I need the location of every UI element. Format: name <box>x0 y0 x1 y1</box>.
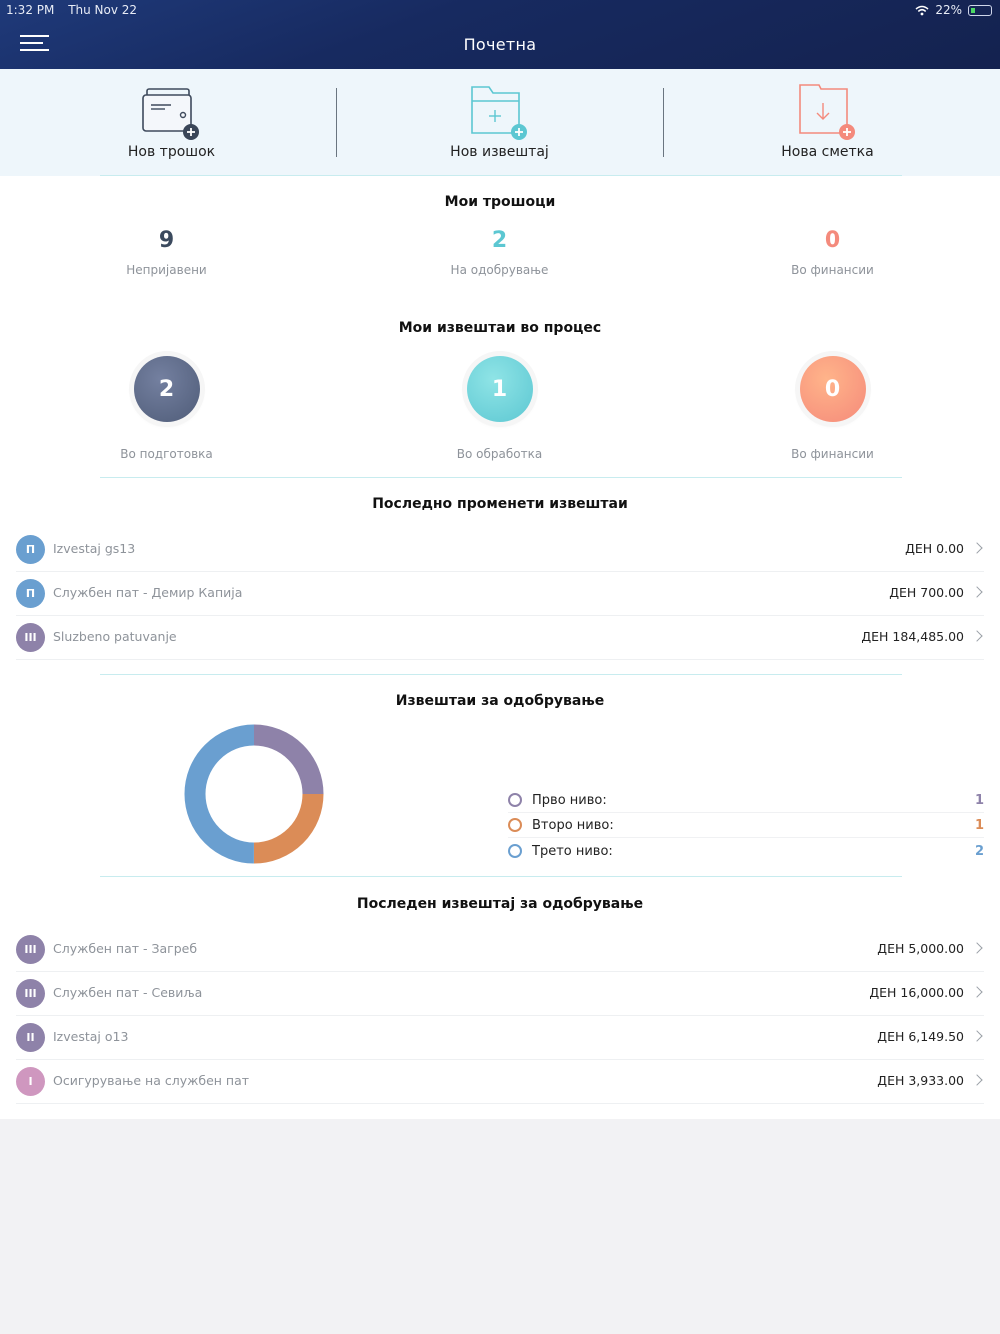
report-amount: ДЕН 3,933.00 <box>877 1073 964 1088</box>
stat-value: 9 <box>158 228 175 253</box>
stat-in-finance[interactable]: 0 Во финансии <box>666 228 999 277</box>
divider <box>100 175 902 176</box>
new-expense-label: Нов трошок <box>127 144 216 160</box>
app-header: 1:32 PM Thu Nov 22 22% Почетна <box>0 0 1000 69</box>
stat-unreported[interactable]: 9 Непријавени <box>0 228 333 277</box>
chevron-right-icon <box>971 586 983 598</box>
count-circle: 1 <box>466 356 533 422</box>
list-item[interactable]: III Службен пат - Загреб ДЕН 5,000.00 <box>16 928 984 972</box>
level-badge: П <box>16 579 45 608</box>
report-name: Осигурување на службен пат <box>53 1073 250 1088</box>
status-date: Thu Nov 22 <box>68 3 138 17</box>
legend-label: Второ ниво: <box>532 818 614 833</box>
new-report-label: Нов извештај <box>450 144 549 160</box>
quick-actions: Нов трошок Нов извештај Нова сметка <box>0 69 1000 176</box>
chevron-right-icon <box>971 542 983 554</box>
report-name: Sluzbeno patuvanje <box>53 629 177 644</box>
list-item[interactable]: III Sluzbeno patuvanje ДЕН 184,485.00 <box>16 616 984 660</box>
legend-circle-icon <box>508 844 522 858</box>
status-time: 1:32 PM <box>6 3 55 17</box>
level-badge: П <box>16 535 45 564</box>
recent-reports-title: Последно променети извештаи <box>372 496 628 512</box>
chevron-right-icon <box>971 1030 983 1042</box>
approval-donut-chart <box>184 724 324 864</box>
page-title: Почетна <box>463 35 537 54</box>
report-amount: ДЕН 0.00 <box>905 541 964 556</box>
report-amount: ДЕН 184,485.00 <box>861 629 964 644</box>
dashboard-panel: Мои трошоци 9 Непријавени 2 На одобрувањ… <box>0 175 1000 1119</box>
folder-add-icon <box>470 86 527 140</box>
level-badge: I <box>16 1067 45 1096</box>
divider <box>100 477 902 478</box>
report-amount: ДЕН 6,149.50 <box>877 1029 964 1044</box>
report-name: Izvestaj gs13 <box>53 541 136 556</box>
legend-value: 1 <box>974 818 984 833</box>
reports-in-process-title: Мои извештаи во процес <box>398 320 602 336</box>
list-item[interactable]: III Службен пат - Севиља ДЕН 16,000.00 <box>16 972 984 1016</box>
new-expense-button[interactable]: Нов трошок <box>5 69 338 176</box>
circle-label: Во обработка <box>456 447 543 461</box>
report-name: Службен пат - Загреб <box>53 941 198 956</box>
list-item[interactable]: П Службен пат - Демир Капија ДЕН 700.00 <box>16 572 984 616</box>
level-badge: III <box>16 979 45 1008</box>
legend-circle-icon <box>508 818 522 832</box>
divider <box>100 674 902 675</box>
status-bar: 1:32 PM Thu Nov 22 22% <box>0 0 1000 20</box>
legend-circle-icon <box>508 793 522 807</box>
battery-icon <box>968 4 992 16</box>
report-amount: ДЕН 700.00 <box>889 585 964 600</box>
divider <box>100 876 902 877</box>
report-amount: ДЕН 16,000.00 <box>869 985 964 1000</box>
my-expenses-title: Мои трошоци <box>444 194 556 210</box>
latest-approval-title: Последен извештај за одобрување <box>356 896 644 912</box>
legend-label: Трето ниво: <box>532 844 613 859</box>
level-badge: II <box>16 1023 45 1052</box>
legend-value: 1 <box>974 793 984 808</box>
count-circle: 0 <box>799 356 866 422</box>
stat-value: 0 <box>824 228 841 253</box>
stat-label: На одобрување <box>450 263 549 277</box>
report-name: Izvestaj o13 <box>53 1029 129 1044</box>
level-badge: III <box>16 935 45 964</box>
legend-item-first-level: Прво ниво: 1 <box>508 788 984 813</box>
new-invoice-button[interactable]: Нова сметка <box>661 69 994 176</box>
stat-pending-approval[interactable]: 2 На одобрување <box>333 228 666 277</box>
chevron-right-icon <box>971 1074 983 1086</box>
circle-label: Во подготовка <box>120 447 213 461</box>
document-download-add-icon <box>798 84 855 140</box>
stat-label: Непријавени <box>126 263 207 277</box>
reports-in-processing[interactable]: 1 Во обработка <box>333 356 666 461</box>
wallet-add-icon <box>141 88 199 140</box>
legend-value: 2 <box>974 844 984 859</box>
chevron-right-icon <box>971 630 983 642</box>
list-item[interactable]: П Izvestaj gs13 ДЕН 0.00 <box>16 528 984 572</box>
battery-percent: 22% <box>935 3 962 17</box>
reports-in-finance[interactable]: 0 Во финансии <box>666 356 999 461</box>
chevron-right-icon <box>971 942 983 954</box>
wifi-icon <box>915 5 929 15</box>
count-circle: 2 <box>133 356 200 422</box>
circle-label: Во финансии <box>791 447 874 461</box>
list-item[interactable]: II Izvestaj o13 ДЕН 6,149.50 <box>16 1016 984 1060</box>
list-item[interactable]: I Осигурување на службен пат ДЕН 3,933.0… <box>16 1060 984 1104</box>
reports-in-preparation[interactable]: 2 Во подготовка <box>0 356 333 461</box>
legend-item-third-level: Трето ниво: 2 <box>508 839 984 864</box>
report-name: Службен пат - Севиља <box>53 985 203 1000</box>
report-name: Службен пат - Демир Капија <box>53 585 243 600</box>
level-badge: III <box>16 623 45 652</box>
chevron-right-icon <box>971 986 983 998</box>
legend-item-second-level: Второ ниво: 1 <box>508 813 984 838</box>
stat-label: Во финансии <box>791 263 874 277</box>
report-amount: ДЕН 5,000.00 <box>877 941 964 956</box>
legend-label: Прво ниво: <box>532 793 607 808</box>
approval-reports-title: Извештаи за одобрување <box>395 693 605 709</box>
new-report-button[interactable]: Нов извештај <box>333 69 666 176</box>
stat-value: 2 <box>491 228 508 253</box>
new-invoice-label: Нова сметка <box>781 144 874 160</box>
